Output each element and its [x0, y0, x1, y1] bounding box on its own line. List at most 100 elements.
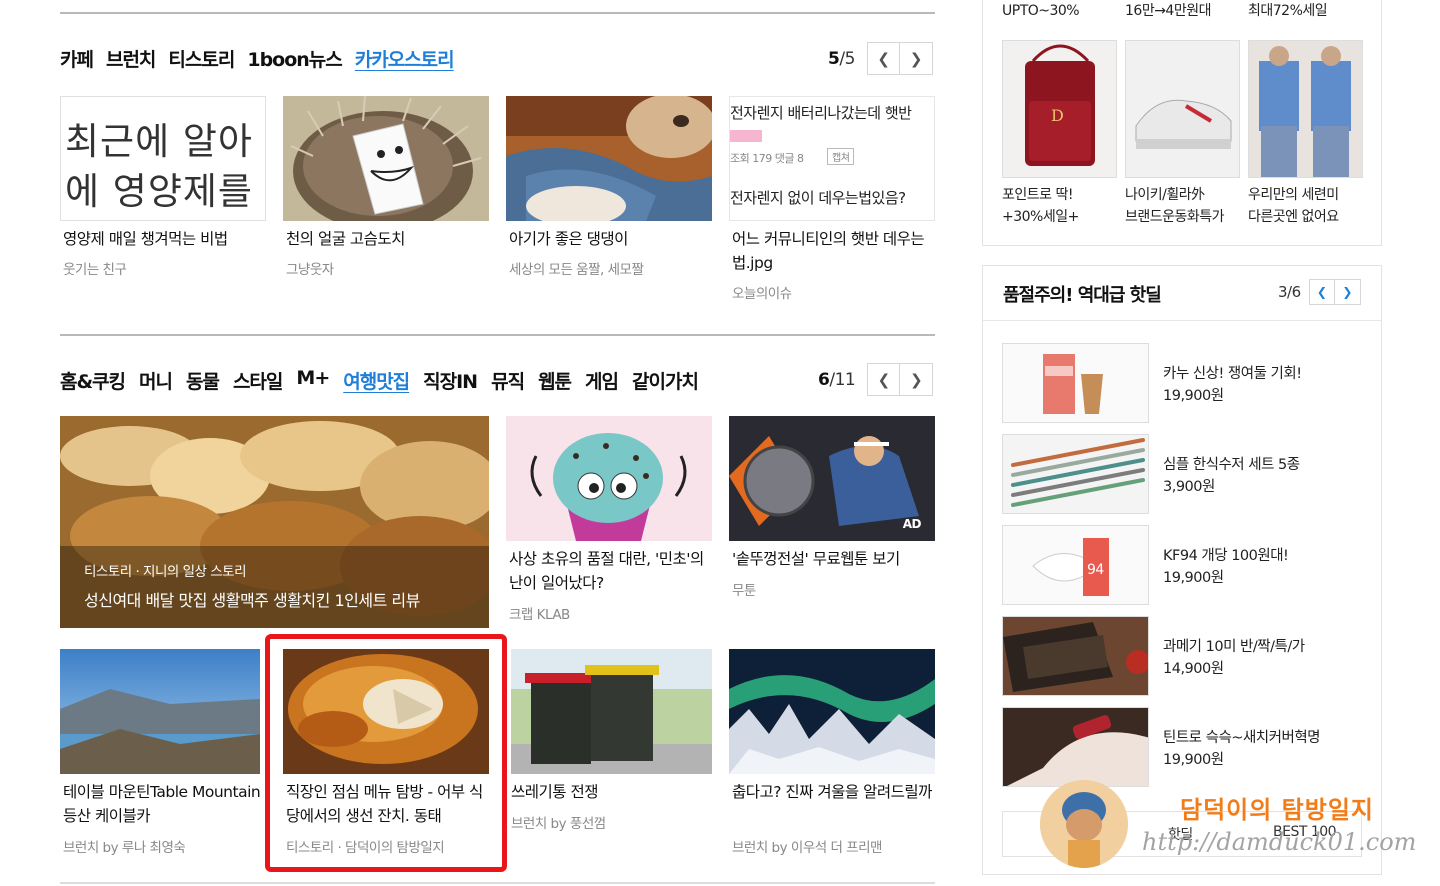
mask-image: 94 — [1032, 538, 1109, 596]
section-divider-bottom — [60, 882, 935, 884]
chevron-left-icon: ❮ — [1316, 285, 1327, 299]
tab-home-cooking[interactable]: 홈&쿠킹 — [60, 367, 126, 394]
tab-cafe[interactable]: 카페 — [60, 45, 94, 72]
next-button[interactable]: ❯ — [1334, 279, 1361, 305]
pager-hot-deal: 3/6 ❮ ❯ — [1278, 279, 1361, 305]
page-indicator: 3/6 — [1278, 283, 1301, 301]
card-title[interactable]: 테이블 마운틴Table Mountain 등산 케이블카 — [63, 780, 263, 828]
tab-animals[interactable]: 동물 — [186, 367, 220, 394]
deal-price: 3,900원 — [1163, 479, 1215, 495]
deal-name[interactable]: 심플 한식수저 세트 5종 — [1163, 453, 1300, 474]
card-source: 무툰 — [732, 583, 756, 599]
prev-button[interactable]: ❮ — [867, 363, 901, 396]
card-source: 티스토리 · 담덕이의 탐방일지 — [286, 840, 445, 856]
tab-1boon[interactable]: 1boon뉴스 — [247, 45, 342, 72]
card-title[interactable]: 직장인 점심 메뉴 탐방 - 어부 식당에서의 생선 잔치. 동태 — [286, 780, 486, 828]
jacket-model-image — [1259, 46, 1351, 177]
card-title[interactable]: 쓰레기통 전쟁 — [511, 780, 711, 804]
card-title[interactable]: '솥뚜껑전설' 무료웹툰 보기 — [732, 547, 932, 571]
deal-image[interactable] — [1002, 707, 1149, 787]
card-source: 브런치 by 풍선껌 — [511, 816, 606, 832]
thumb-bar — [730, 130, 762, 142]
deal-name[interactable]: KF94 개당 100원대! — [1163, 544, 1289, 565]
feature-title[interactable]: 성신여대 배달 맛집 생활맥주 생활치킨 1인세트 리뷰 — [84, 587, 420, 611]
tab-together[interactable]: 같이가치 — [632, 367, 699, 394]
product-image-jacket[interactable] — [1248, 40, 1363, 178]
watermark-title: 담덕이의 탐방일지 — [1180, 796, 1374, 824]
tab-kakaostory[interactable]: 카카오스토리 — [355, 45, 455, 72]
thumb-text: 최근에 알아 — [65, 120, 253, 163]
card-thumbnail[interactable]: AD — [729, 416, 935, 541]
deal-image[interactable] — [1002, 343, 1149, 423]
card-thumbnail[interactable]: 최근에 알아 에 영양제를 — [60, 96, 266, 221]
card-thumbnail[interactable] — [506, 416, 712, 541]
tab-game[interactable]: 게임 — [585, 367, 619, 394]
card-title[interactable]: 천의 얼굴 고슴도치 — [286, 227, 486, 251]
tab-money[interactable]: 머니 — [139, 367, 173, 394]
hedgehog-image — [283, 96, 489, 221]
card-title[interactable]: 아기가 좋은 댕댕이 — [509, 227, 709, 251]
tab-music[interactable]: 뮤직 — [491, 367, 525, 394]
next-button[interactable]: ❯ — [900, 363, 934, 396]
deal-image[interactable] — [1002, 434, 1149, 514]
card-source: 브런치 by 이우석 더 프리맨 — [732, 840, 882, 856]
card-title[interactable]: 어느 커뮤니티인의 햇반 데우는 법.jpg — [732, 227, 932, 275]
card-thumbnail[interactable] — [506, 96, 712, 221]
chevron-right-icon: ❯ — [1342, 285, 1352, 299]
tab-webtoon[interactable]: 웹툰 — [538, 367, 572, 394]
deal-name[interactable]: 과메기 10미 반/짝/특/가 — [1163, 635, 1305, 656]
feature-card[interactable]: 티스토리 · 지니의 일상 스토리 성신여대 배달 맛집 생활맥주 생활치킨 1… — [60, 416, 489, 628]
pager-a: 5/5 ❮ ❯ — [828, 42, 933, 75]
tab-brunch[interactable]: 브런치 — [106, 45, 156, 72]
ad-badge: AD — [902, 517, 922, 531]
tab-travel-food[interactable]: 여행맛집 — [343, 367, 410, 394]
product-caption[interactable]: 나이키/휠라外 브랜드운동화특가 — [1125, 184, 1225, 228]
tab-mplus[interactable]: M+ — [296, 367, 330, 394]
mint-choco-image — [506, 416, 712, 541]
promo-label: 최대72%세일 — [1248, 3, 1328, 19]
panel-divider — [983, 320, 1381, 321]
mask-badge: 94 — [1087, 562, 1104, 578]
chevron-left-icon: ❮ — [877, 49, 890, 68]
product-image-bag[interactable]: D — [1002, 40, 1117, 178]
category-tabs-a: 카페 브런치 티스토리 1boon뉴스 카카오스토리 — [60, 45, 455, 72]
card-source: 그냥웃자 — [286, 262, 334, 278]
card-thumbnail[interactable] — [511, 649, 712, 774]
card-thumbnail[interactable] — [283, 649, 489, 774]
prev-button[interactable]: ❮ — [1308, 279, 1335, 305]
deal-price: 19,900원 — [1163, 752, 1224, 768]
next-button[interactable]: ❯ — [899, 42, 933, 75]
product-caption[interactable]: 포인트로 딱! +30%세일+ — [1002, 184, 1079, 228]
tab-style[interactable]: 스타일 — [233, 367, 283, 394]
sneaker-image — [1135, 99, 1232, 149]
tab-work[interactable]: 직장IN — [423, 367, 478, 394]
deal-name[interactable]: 틴트로 슥슥~새치커버혁명 — [1163, 726, 1321, 747]
mountain-image — [60, 649, 260, 774]
dog-image — [506, 96, 712, 221]
product-image-shoes[interactable] — [1125, 40, 1240, 178]
chevron-right-icon: ❯ — [909, 49, 923, 68]
card-thumbnail[interactable] — [729, 649, 935, 774]
prev-button[interactable]: ❮ — [866, 42, 900, 75]
page-indicator: 5/5 — [828, 48, 855, 69]
deal-image[interactable] — [1002, 616, 1149, 696]
card-thumbnail[interactable] — [60, 649, 260, 774]
coffee-box-image — [1043, 354, 1103, 414]
tab-tistory[interactable]: 티스토리 — [168, 45, 235, 72]
bag-image: D — [1025, 44, 1095, 166]
cutlery-image — [1011, 438, 1145, 507]
card-title[interactable]: 영양제 매일 챙겨먹는 비법 — [63, 227, 263, 251]
card-thumbnail[interactable]: 전자렌지 배터리나갔는데 햇반 조회 179 댓글 8 캡쳐 전자렌지 없이 데… — [729, 96, 935, 221]
card-title[interactable]: 사상 초유의 품절 대란, '민초'의 난이 일어났다? — [509, 547, 709, 595]
card-title[interactable]: 춥다고? 진짜 겨울을 알려드릴까 — [732, 780, 932, 804]
card-thumbnail[interactable] — [283, 96, 489, 221]
deal-price: 19,900원 — [1163, 570, 1224, 586]
card-source: 크랩 KLAB — [509, 607, 570, 623]
deal-image[interactable]: 94 — [1002, 525, 1149, 605]
page-indicator: 6/11 — [818, 369, 856, 390]
card-source: 브런치 by 루나 최영숙 — [63, 840, 186, 856]
card-source: 세상의 모든 움짤, 세모짤 — [509, 262, 644, 278]
deal-name[interactable]: 카누 신상! 쟁여둘 기회! — [1163, 362, 1302, 383]
thumb-meta: 조회 179 댓글 8 — [730, 152, 804, 165]
product-caption[interactable]: 우리만의 세련미 다른곳엔 없어요 — [1248, 184, 1339, 228]
